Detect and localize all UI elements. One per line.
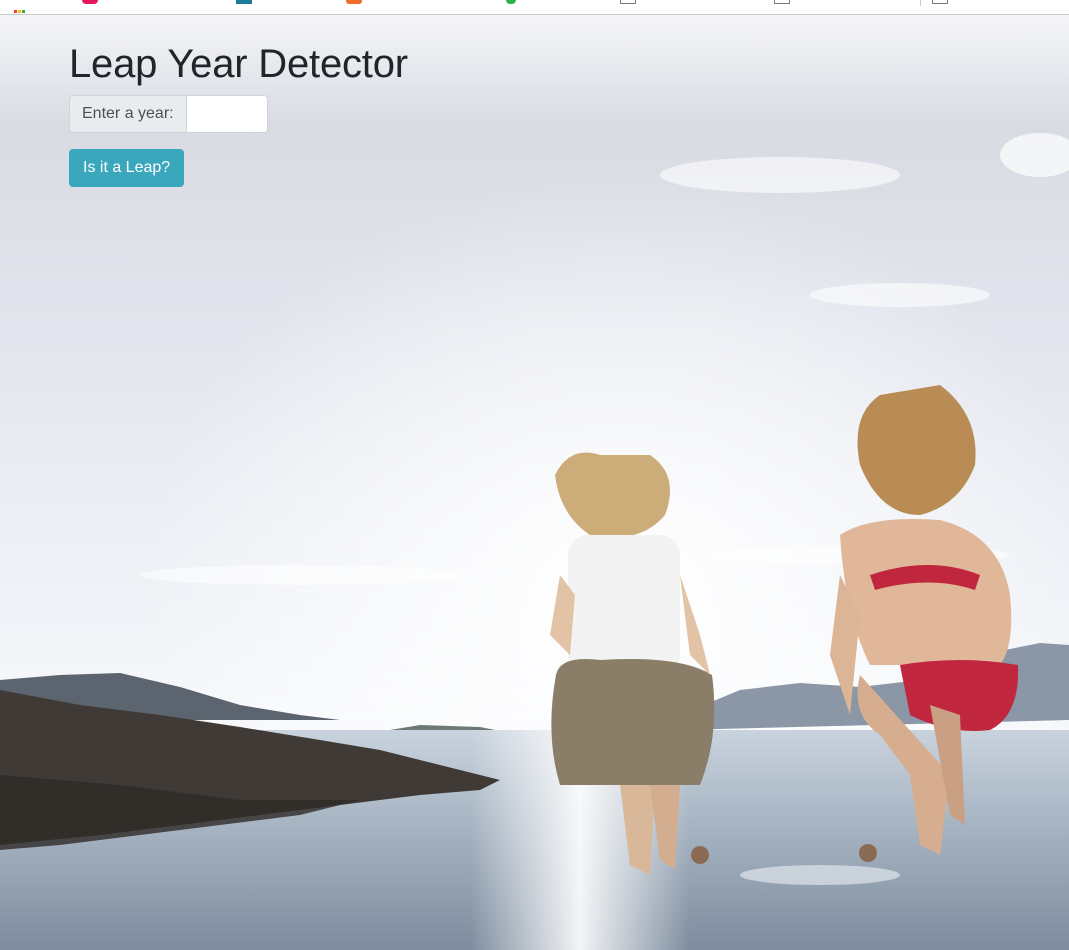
document-icon[interactable]	[932, 0, 948, 4]
is-leap-button[interactable]: Is it a Leap?	[69, 149, 185, 187]
apps-icon[interactable]	[14, 0, 28, 13]
bookmarks-bar	[0, 0, 1069, 15]
bookmark-icon[interactable]	[82, 0, 98, 4]
bookmark-icon[interactable]	[346, 0, 362, 4]
leap-year-form-container: Leap Year Detector Enter a year: Is it a…	[69, 40, 408, 187]
bookmark-icon[interactable]	[236, 0, 252, 4]
bookmark-icon[interactable]	[506, 0, 516, 4]
page: Leap Year Detector Enter a year: Is it a…	[0, 0, 1069, 950]
document-icon[interactable]	[620, 0, 636, 4]
bookmarks-separator	[920, 0, 921, 6]
year-input[interactable]	[186, 95, 268, 133]
year-input-label: Enter a year:	[69, 95, 187, 133]
year-input-group: Enter a year:	[69, 95, 408, 133]
document-icon[interactable]	[774, 0, 790, 4]
page-title: Leap Year Detector	[69, 42, 408, 86]
